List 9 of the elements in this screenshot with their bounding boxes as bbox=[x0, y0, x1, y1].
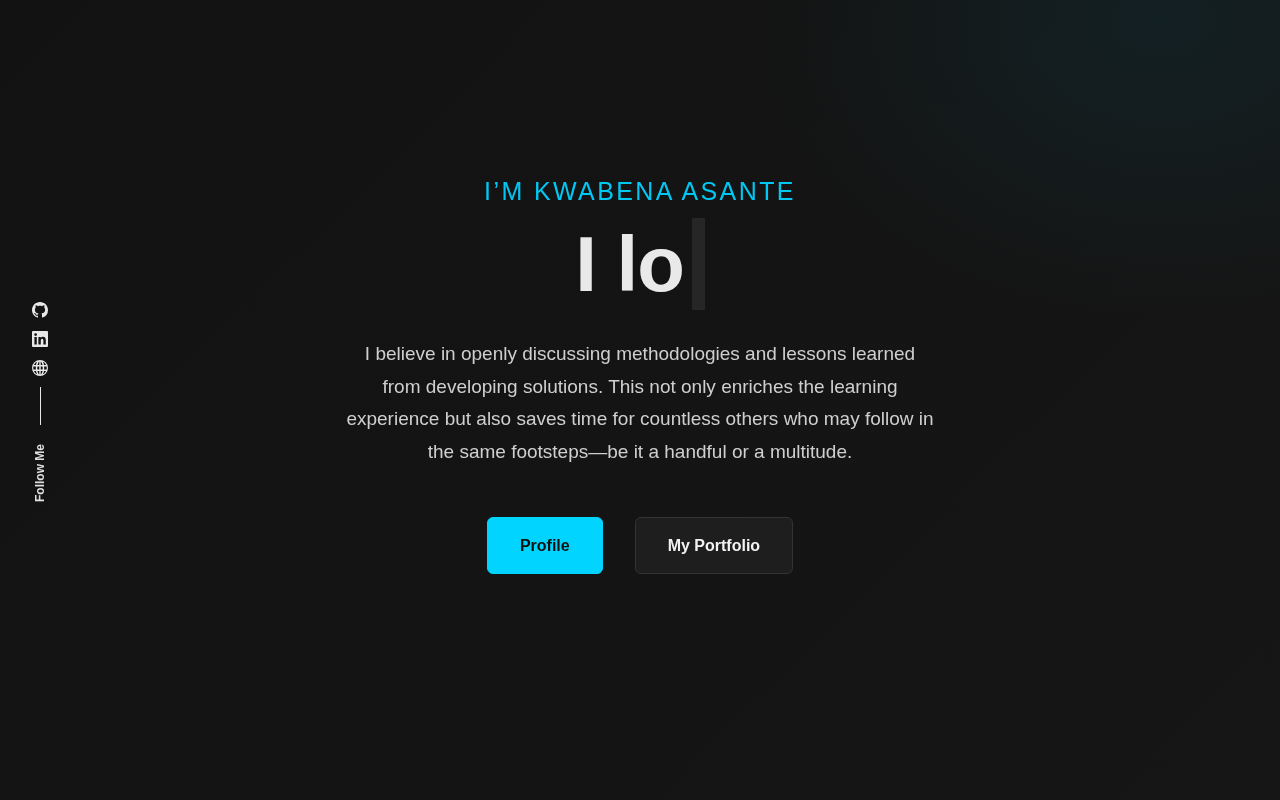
typed-heading: I lo bbox=[575, 219, 684, 310]
linkedin-icon[interactable] bbox=[32, 331, 48, 347]
globe-icon[interactable] bbox=[32, 360, 48, 376]
follow-me-label: Follow Me bbox=[33, 444, 47, 502]
profile-button[interactable]: Profile bbox=[486, 517, 603, 574]
github-icon[interactable] bbox=[32, 302, 48, 318]
intro-paragraph: I believe in openly discussing methodologies and lessons learned from developing solutions. This not only enriches the learning experience but also saves time for countless others who may follow in the same footsteps—be it a handful or a multitude. bbox=[345, 342, 935, 464]
intro-subtitle: I’M KWABENA ASANTE bbox=[484, 176, 796, 206]
portfolio-button[interactable]: My Portfolio bbox=[634, 517, 794, 574]
